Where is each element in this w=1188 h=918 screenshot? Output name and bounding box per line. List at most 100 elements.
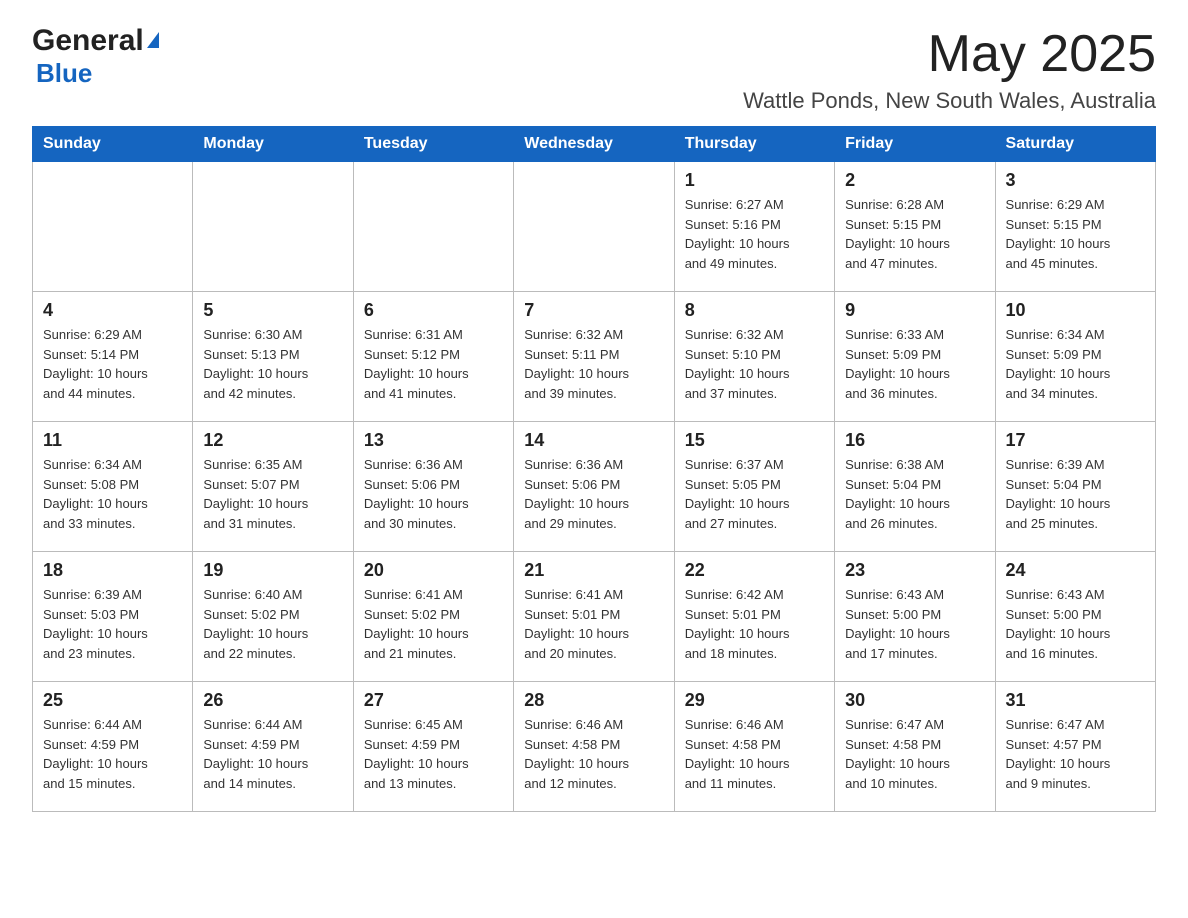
calendar-cell bbox=[353, 162, 513, 292]
calendar-cell: 26 Sunrise: 6:44 AM Sunset: 4:59 PM Dayli… bbox=[193, 682, 353, 812]
calendar-cell: 27 Sunrise: 6:45 AM Sunset: 4:59 PM Dayli… bbox=[353, 682, 513, 812]
calendar-cell: 9 Sunrise: 6:33 AM Sunset: 5:09 PM Daylig… bbox=[835, 292, 995, 422]
calendar-table: SundayMondayTuesdayWednesdayThursdayFrid… bbox=[32, 126, 1156, 812]
day-info: Sunrise: 6:43 AM Sunset: 5:00 PM Dayligh… bbox=[1006, 585, 1145, 663]
day-number: 30 bbox=[845, 690, 984, 711]
calendar-cell: 29Sunrise: 6:46 AM Sunset: 4:58 PM Dayli… bbox=[674, 682, 834, 812]
day-number: 16 bbox=[845, 430, 984, 451]
logo-blue-text: Blue bbox=[36, 58, 92, 88]
calendar-header-thursday: Thursday bbox=[674, 127, 834, 162]
day-info: Sunrise: 6:41 AM Sunset: 5:02 PM Dayligh… bbox=[364, 585, 503, 663]
day-number: 13 bbox=[364, 430, 503, 451]
day-info: Sunrise: 6:28 AM Sunset: 5:15 PM Dayligh… bbox=[845, 195, 984, 273]
day-number: 29 bbox=[685, 690, 824, 711]
calendar-cell: 30 Sunrise: 6:47 AM Sunset: 4:58 PM Dayli… bbox=[835, 682, 995, 812]
calendar-week-row: 25Sunrise: 6:44 AM Sunset: 4:59 PM Dayli… bbox=[33, 682, 1156, 812]
logo-general-row: General bbox=[32, 24, 159, 58]
calendar-cell: 4Sunrise: 6:29 AM Sunset: 5:14 PM Daylig… bbox=[33, 292, 193, 422]
day-number: 15 bbox=[685, 430, 824, 451]
day-info: Sunrise: 6:40 AM Sunset: 5:02 PM Dayligh… bbox=[203, 585, 342, 663]
logo: General Blue bbox=[32, 24, 159, 89]
logo-blue-row: Blue bbox=[36, 58, 92, 89]
day-info: Sunrise: 6:36 AM Sunset: 5:06 PM Dayligh… bbox=[364, 455, 503, 533]
calendar-cell: 1 Sunrise: 6:27 AM Sunset: 5:16 PM Daylig… bbox=[674, 162, 834, 292]
day-info: Sunrise: 6:39 AM Sunset: 5:04 PM Dayligh… bbox=[1006, 455, 1145, 533]
calendar-cell: 15 Sunrise: 6:37 AM Sunset: 5:05 PM Dayli… bbox=[674, 422, 834, 552]
month-year-title: May 2025 bbox=[743, 24, 1156, 84]
calendar-cell: 16Sunrise: 6:38 AM Sunset: 5:04 PM Dayli… bbox=[835, 422, 995, 552]
day-info: Sunrise: 6:44 AM Sunset: 4:59 PM Dayligh… bbox=[43, 715, 182, 793]
calendar-cell: 24 Sunrise: 6:43 AM Sunset: 5:00 PM Dayli… bbox=[995, 552, 1155, 682]
day-info: Sunrise: 6:39 AM Sunset: 5:03 PM Dayligh… bbox=[43, 585, 182, 663]
calendar-cell: 7 Sunrise: 6:32 AM Sunset: 5:11 PM Daylig… bbox=[514, 292, 674, 422]
day-info: Sunrise: 6:37 AM Sunset: 5:05 PM Dayligh… bbox=[685, 455, 824, 533]
calendar-header-monday: Monday bbox=[193, 127, 353, 162]
day-number: 19 bbox=[203, 560, 342, 581]
day-number: 24 bbox=[1006, 560, 1145, 581]
day-number: 3 bbox=[1006, 170, 1145, 191]
logo-general-text: General bbox=[32, 24, 144, 58]
day-number: 28 bbox=[524, 690, 663, 711]
day-number: 5 bbox=[203, 300, 342, 321]
calendar-cell: 11 Sunrise: 6:34 AM Sunset: 5:08 PM Dayli… bbox=[33, 422, 193, 552]
day-info: Sunrise: 6:46 AM Sunset: 4:58 PM Dayligh… bbox=[524, 715, 663, 793]
day-info: Sunrise: 6:33 AM Sunset: 5:09 PM Dayligh… bbox=[845, 325, 984, 403]
day-info: Sunrise: 6:34 AM Sunset: 5:08 PM Dayligh… bbox=[43, 455, 182, 533]
day-info: Sunrise: 6:34 AM Sunset: 5:09 PM Dayligh… bbox=[1006, 325, 1145, 403]
day-info: Sunrise: 6:31 AM Sunset: 5:12 PM Dayligh… bbox=[364, 325, 503, 403]
calendar-cell: 3 Sunrise: 6:29 AM Sunset: 5:15 PM Daylig… bbox=[995, 162, 1155, 292]
day-info: Sunrise: 6:27 AM Sunset: 5:16 PM Dayligh… bbox=[685, 195, 824, 273]
day-number: 26 bbox=[203, 690, 342, 711]
calendar-header-saturday: Saturday bbox=[995, 127, 1155, 162]
day-info: Sunrise: 6:42 AM Sunset: 5:01 PM Dayligh… bbox=[685, 585, 824, 663]
calendar-cell: 25Sunrise: 6:44 AM Sunset: 4:59 PM Dayli… bbox=[33, 682, 193, 812]
day-number: 14 bbox=[524, 430, 663, 451]
day-info: Sunrise: 6:47 AM Sunset: 4:58 PM Dayligh… bbox=[845, 715, 984, 793]
calendar-header-sunday: Sunday bbox=[33, 127, 193, 162]
day-number: 12 bbox=[203, 430, 342, 451]
calendar-cell bbox=[33, 162, 193, 292]
day-info: Sunrise: 6:41 AM Sunset: 5:01 PM Dayligh… bbox=[524, 585, 663, 663]
calendar-cell: 19 Sunrise: 6:40 AM Sunset: 5:02 PM Dayli… bbox=[193, 552, 353, 682]
calendar-cell: 8Sunrise: 6:32 AM Sunset: 5:10 PM Daylig… bbox=[674, 292, 834, 422]
day-number: 6 bbox=[364, 300, 503, 321]
day-number: 11 bbox=[43, 430, 182, 451]
calendar-cell: 31Sunrise: 6:47 AM Sunset: 4:57 PM Dayli… bbox=[995, 682, 1155, 812]
calendar-week-row: 11 Sunrise: 6:34 AM Sunset: 5:08 PM Dayli… bbox=[33, 422, 1156, 552]
calendar-week-row: 18 Sunrise: 6:39 AM Sunset: 5:03 PM Dayli… bbox=[33, 552, 1156, 682]
day-number: 21 bbox=[524, 560, 663, 581]
day-number: 31 bbox=[1006, 690, 1145, 711]
calendar-cell: 18 Sunrise: 6:39 AM Sunset: 5:03 PM Dayli… bbox=[33, 552, 193, 682]
day-info: Sunrise: 6:32 AM Sunset: 5:10 PM Dayligh… bbox=[685, 325, 824, 403]
day-info: Sunrise: 6:36 AM Sunset: 5:06 PM Dayligh… bbox=[524, 455, 663, 533]
calendar-cell bbox=[193, 162, 353, 292]
calendar-cell: 6 Sunrise: 6:31 AM Sunset: 5:12 PM Daylig… bbox=[353, 292, 513, 422]
day-info: Sunrise: 6:29 AM Sunset: 5:14 PM Dayligh… bbox=[43, 325, 182, 403]
day-number: 20 bbox=[364, 560, 503, 581]
day-number: 1 bbox=[685, 170, 824, 191]
calendar-cell bbox=[514, 162, 674, 292]
day-info: Sunrise: 6:44 AM Sunset: 4:59 PM Dayligh… bbox=[203, 715, 342, 793]
day-info: Sunrise: 6:30 AM Sunset: 5:13 PM Dayligh… bbox=[203, 325, 342, 403]
calendar-cell: 13 Sunrise: 6:36 AM Sunset: 5:06 PM Dayli… bbox=[353, 422, 513, 552]
day-info: Sunrise: 6:43 AM Sunset: 5:00 PM Dayligh… bbox=[845, 585, 984, 663]
day-number: 22 bbox=[685, 560, 824, 581]
calendar-cell: 5 Sunrise: 6:30 AM Sunset: 5:13 PM Daylig… bbox=[193, 292, 353, 422]
day-info: Sunrise: 6:29 AM Sunset: 5:15 PM Dayligh… bbox=[1006, 195, 1145, 273]
calendar-week-row: 4Sunrise: 6:29 AM Sunset: 5:14 PM Daylig… bbox=[33, 292, 1156, 422]
day-info: Sunrise: 6:32 AM Sunset: 5:11 PM Dayligh… bbox=[524, 325, 663, 403]
header: General Blue May 2025 Wattle Ponds, New … bbox=[32, 24, 1156, 114]
day-number: 17 bbox=[1006, 430, 1145, 451]
day-info: Sunrise: 6:45 AM Sunset: 4:59 PM Dayligh… bbox=[364, 715, 503, 793]
calendar-header-row: SundayMondayTuesdayWednesdayThursdayFrid… bbox=[33, 127, 1156, 162]
day-number: 9 bbox=[845, 300, 984, 321]
day-number: 7 bbox=[524, 300, 663, 321]
day-number: 2 bbox=[845, 170, 984, 191]
calendar-header-wednesday: Wednesday bbox=[514, 127, 674, 162]
calendar-cell: 28 Sunrise: 6:46 AM Sunset: 4:58 PM Dayli… bbox=[514, 682, 674, 812]
day-number: 18 bbox=[43, 560, 182, 581]
calendar-cell: 23Sunrise: 6:43 AM Sunset: 5:00 PM Dayli… bbox=[835, 552, 995, 682]
day-number: 27 bbox=[364, 690, 503, 711]
calendar-cell: 14 Sunrise: 6:36 AM Sunset: 5:06 PM Dayli… bbox=[514, 422, 674, 552]
calendar-cell: 22 Sunrise: 6:42 AM Sunset: 5:01 PM Dayli… bbox=[674, 552, 834, 682]
